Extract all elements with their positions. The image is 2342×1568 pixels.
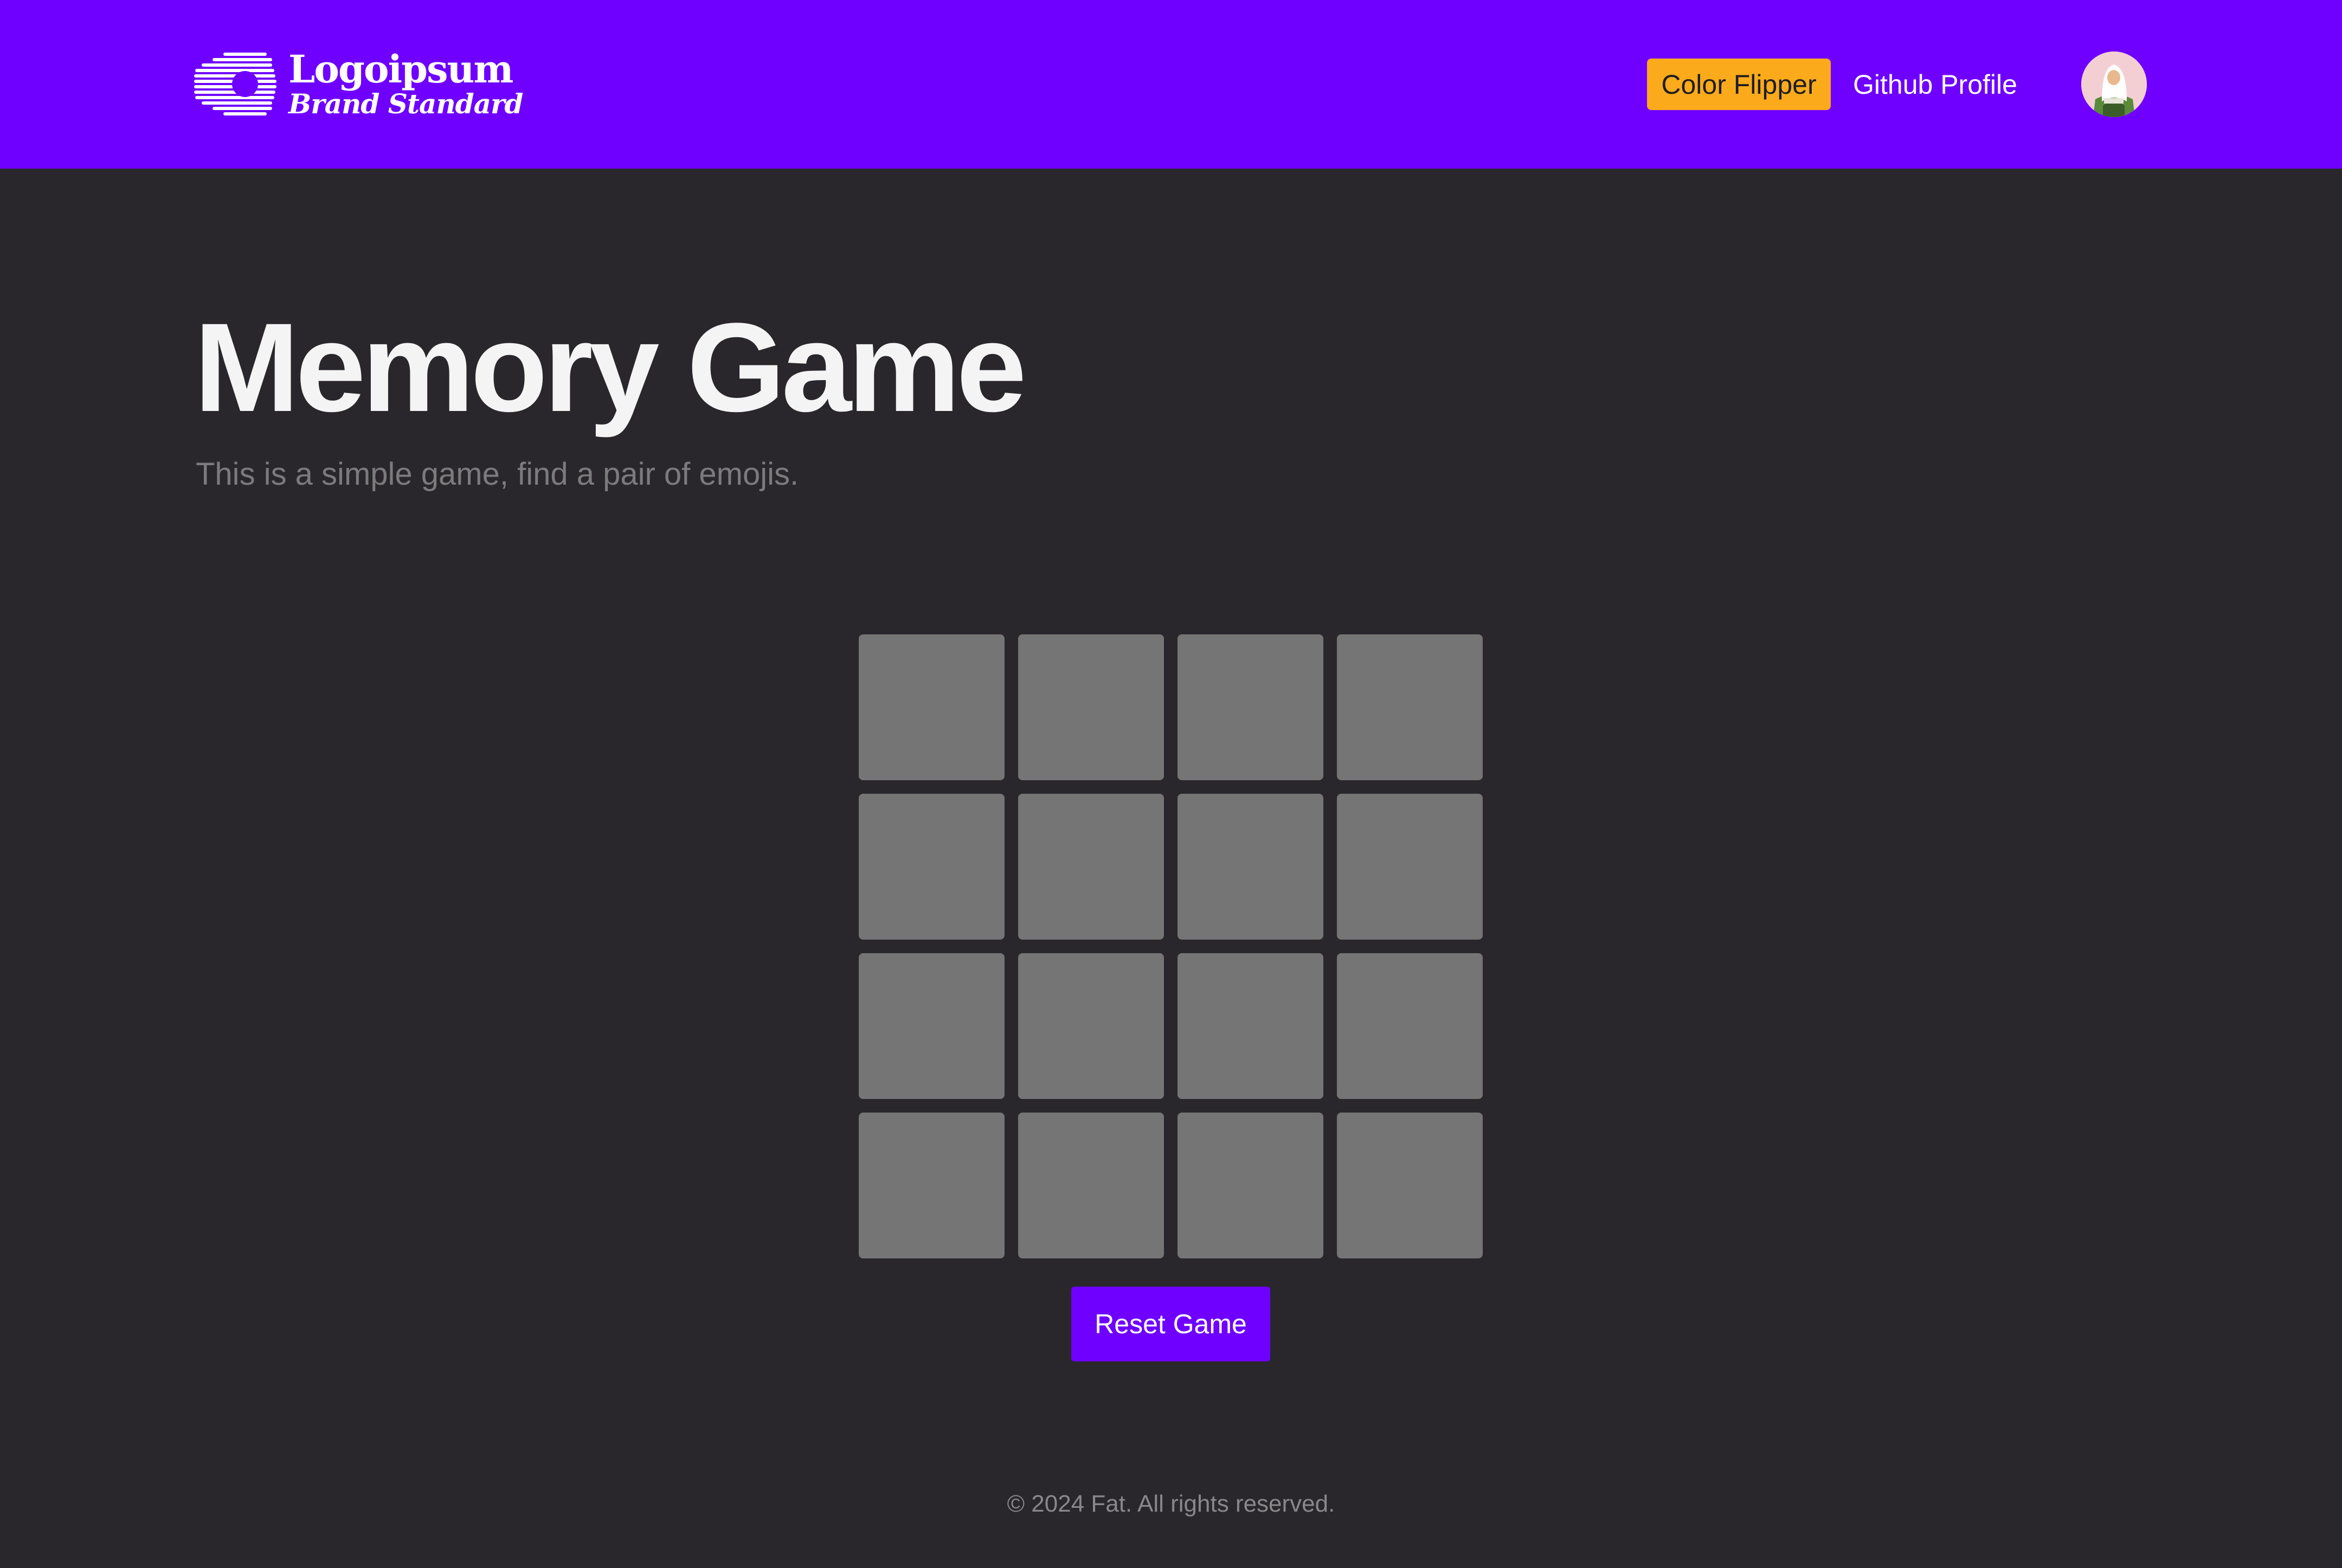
memory-card[interactable] xyxy=(859,794,1005,940)
memory-card[interactable] xyxy=(859,634,1005,780)
logo[interactable]: Logoipsum Brand Standard xyxy=(194,50,523,118)
user-avatar-icon xyxy=(2081,52,2147,117)
reset-game-button[interactable]: Reset Game xyxy=(1071,1287,1270,1361)
memory-card[interactable] xyxy=(1337,953,1483,1099)
copyright-text: © 2024 Fat. All rights reserved. xyxy=(1007,1490,1335,1517)
logo-tagline: Brand Standard xyxy=(288,87,523,120)
page-subtitle: This is a simple game, find a pair of em… xyxy=(196,457,799,492)
memory-card[interactable] xyxy=(1018,1113,1164,1258)
memory-card[interactable] xyxy=(859,953,1005,1099)
memory-card[interactable] xyxy=(1337,634,1483,780)
memory-card[interactable] xyxy=(1178,794,1323,940)
memory-card[interactable] xyxy=(1337,1113,1483,1258)
logo-name: Logoipsum xyxy=(288,46,513,92)
memory-card[interactable] xyxy=(1018,953,1164,1099)
memory-card[interactable] xyxy=(1337,794,1483,940)
memory-card[interactable] xyxy=(1018,634,1164,780)
navbar: Logoipsum Brand Standard Color Flipper G… xyxy=(0,0,2342,169)
memory-card[interactable] xyxy=(1178,634,1323,780)
game-board xyxy=(859,634,1484,1259)
memory-card[interactable] xyxy=(1018,794,1164,940)
memory-card[interactable] xyxy=(859,1113,1005,1258)
color-flipper-button[interactable]: Color Flipper xyxy=(1647,59,1831,110)
page-title: Memory Game xyxy=(194,297,1027,438)
memory-card[interactable] xyxy=(1178,953,1323,1099)
footer: © 2024 Fat. All rights reserved. xyxy=(0,1492,2342,1516)
logo-text: Logoipsum Brand Standard xyxy=(288,50,523,118)
avatar[interactable] xyxy=(2081,52,2147,117)
github-profile-link[interactable]: Github Profile xyxy=(1853,59,2017,110)
logo-mark-icon xyxy=(194,52,276,115)
memory-card[interactable] xyxy=(1178,1113,1323,1258)
